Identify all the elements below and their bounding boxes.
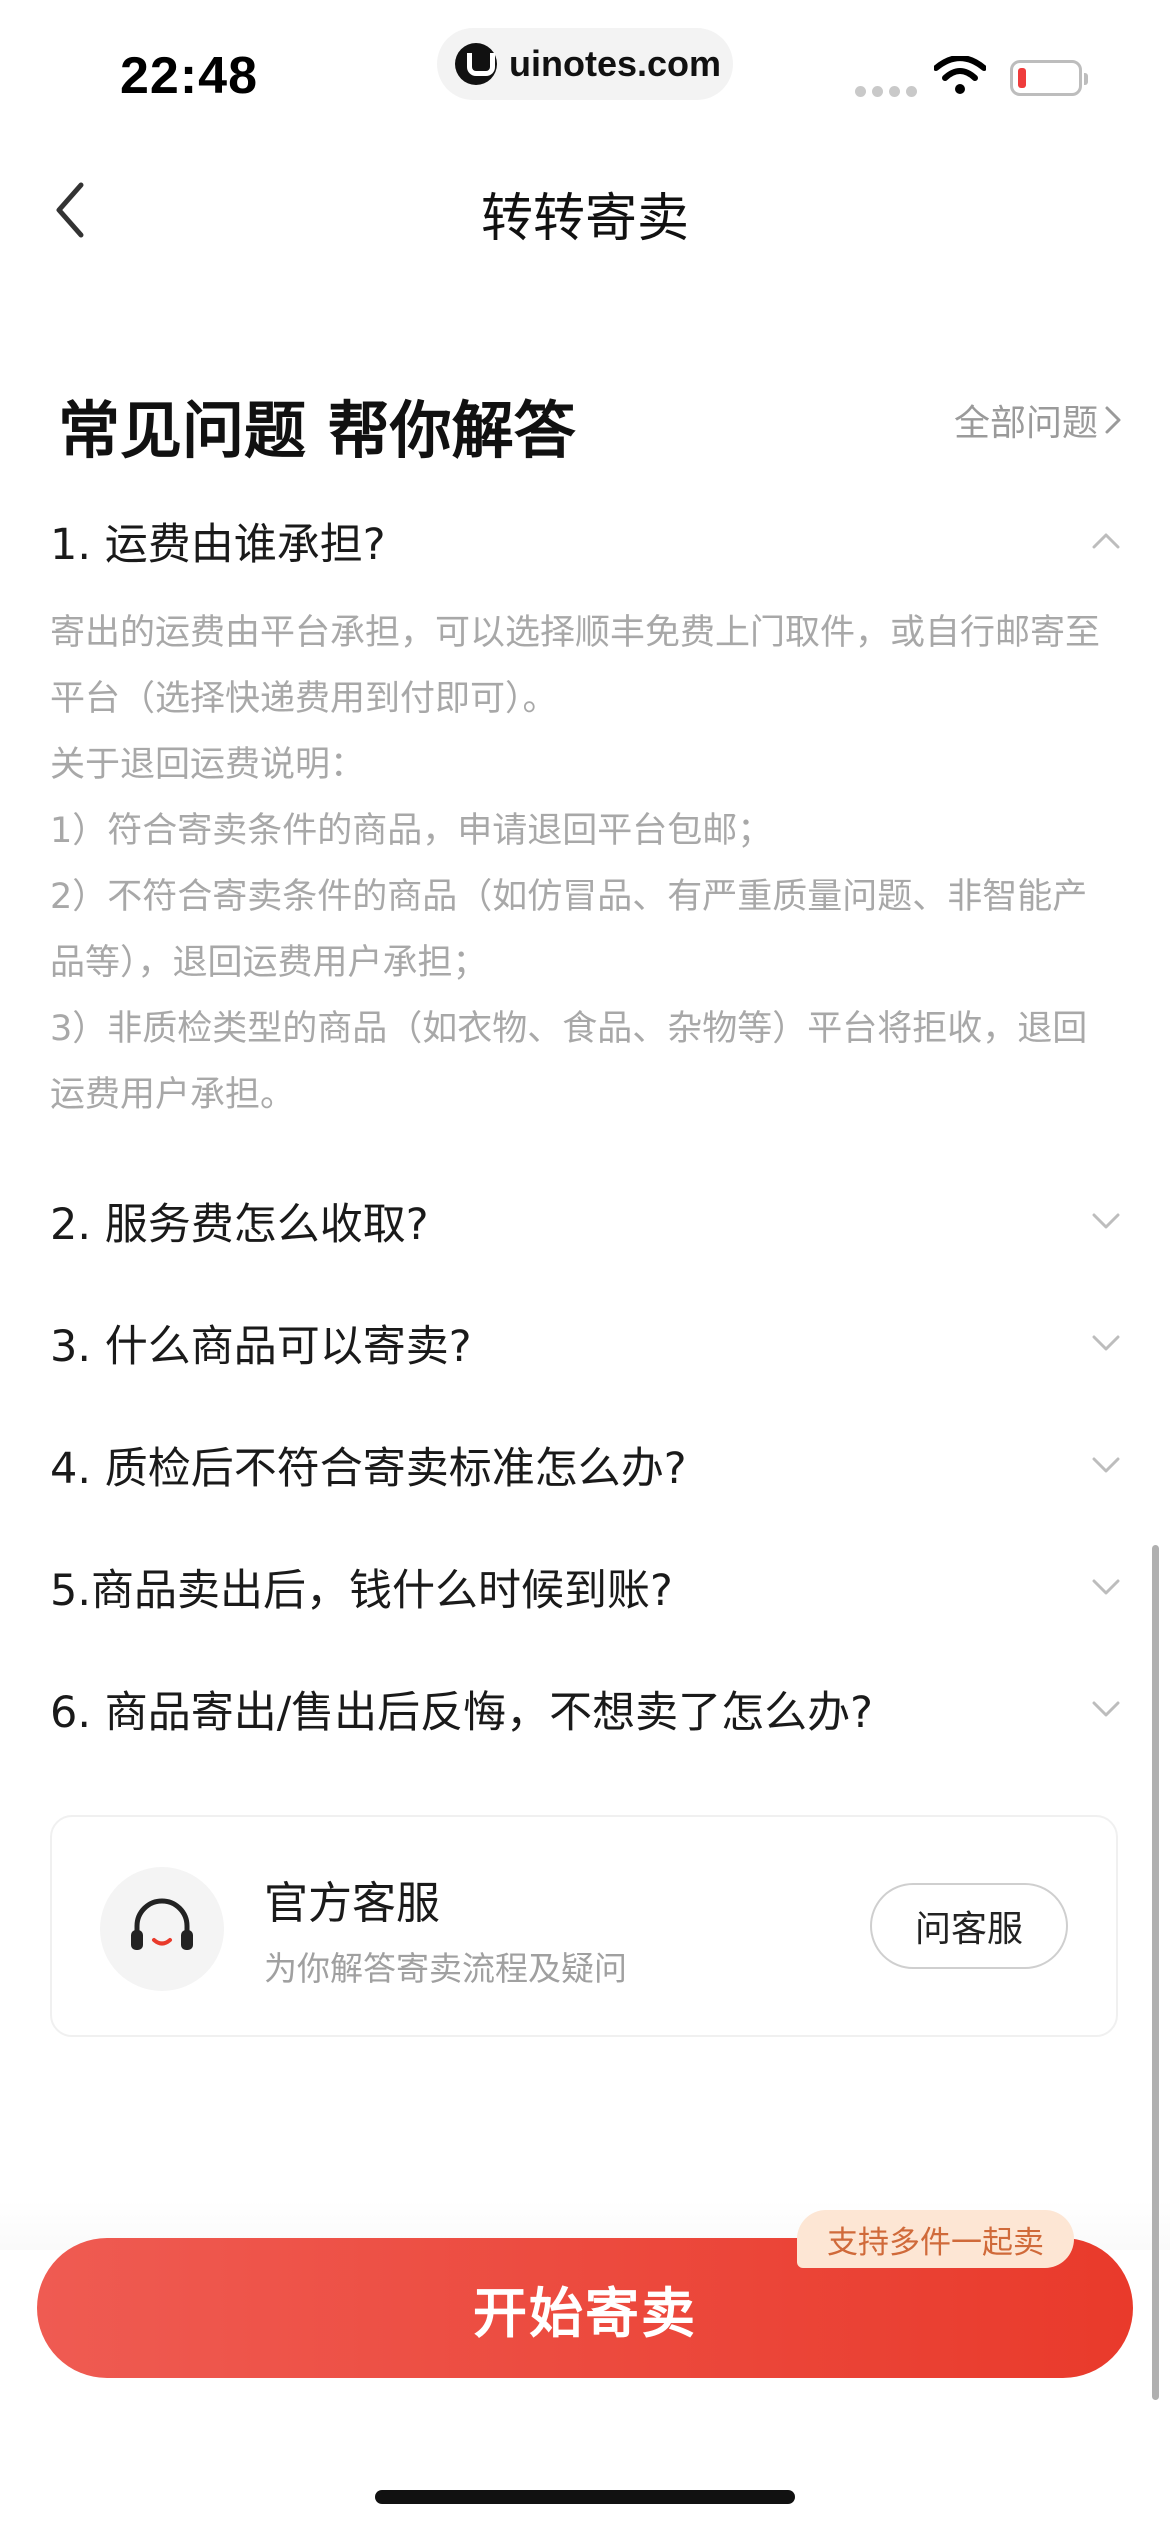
- faq-question-text: 2. 服务费怎么收取?: [50, 1200, 429, 1250]
- service-avatar: [100, 1867, 224, 1991]
- url-text: uinotes.com: [509, 43, 722, 84]
- chevron-down-icon: [1092, 1213, 1120, 1229]
- faq-answer-line: 1）符合寄卖条件的商品，申请退回平台包邮；: [50, 811, 773, 851]
- status-time: 22:48: [120, 47, 258, 105]
- page-title: 转转寄卖: [480, 189, 689, 249]
- chevron-down-icon: [1092, 1335, 1120, 1351]
- customer-service-card: 官方客服 为你解答寄卖流程及疑问 问客服: [50, 1815, 1118, 2037]
- ask-service-button[interactable]: 问客服: [870, 1883, 1068, 1969]
- all-questions-label: 全部问题: [953, 403, 1098, 444]
- chevron-down-icon: [1092, 1457, 1120, 1473]
- wifi-icon: [934, 56, 986, 94]
- battery-icon: [1010, 60, 1088, 96]
- headset-icon: [131, 1898, 193, 1950]
- faq-question-5[interactable]: 5.商品卖出后，钱什么时候到账?: [50, 1556, 1120, 1618]
- faq-question-text: 5.商品卖出后，钱什么时候到账?: [50, 1566, 673, 1616]
- site-logo-icon: [455, 43, 497, 85]
- faq-question-6[interactable]: 6. 商品寄出/售出后反悔，不想卖了怎么办?: [50, 1678, 1120, 1740]
- chevron-up-icon: [1092, 533, 1120, 549]
- faq-question-text: 6. 商品寄出/售出后反悔，不想卖了怎么办?: [50, 1688, 874, 1738]
- faq-answer-line: 关于退回运费说明：: [50, 745, 366, 785]
- faq-answer-line: 寄出的运费由平台承担，可以选择顺丰免费上门取件，或自行邮寄至平台（选择快递费用到…: [50, 613, 1101, 719]
- scrollbar[interactable]: [1152, 1545, 1159, 2400]
- multi-item-badge: 支持多件一起卖: [797, 2210, 1074, 2268]
- faq-question-1[interactable]: 1. 运费由谁承担?: [50, 510, 1120, 572]
- faq-question-4[interactable]: 4. 质检后不符合寄卖标准怎么办?: [50, 1434, 1120, 1496]
- faq-question-3[interactable]: 3. 什么商品可以寄卖?: [50, 1312, 1120, 1374]
- faq-answer-line: 3）非质检类型的商品（如衣物、食品、杂物等）平台将拒收，退回运费用户承担。: [50, 1009, 1088, 1115]
- faq-question-text: 3. 什么商品可以寄卖?: [50, 1322, 472, 1372]
- faq-section-title: 常见问题 帮你解答: [58, 394, 576, 467]
- faq-answer-1: 寄出的运费由平台承担，可以选择顺丰免费上门取件，或自行邮寄至平台（选择快递费用到…: [50, 600, 1120, 1128]
- faq-question-2[interactable]: 2. 服务费怎么收取?: [50, 1190, 1120, 1252]
- cellular-signal-icon: [855, 86, 917, 97]
- chevron-down-icon: [1092, 1579, 1120, 1595]
- battery-level: [1018, 68, 1026, 88]
- all-questions-link[interactable]: 全部问题: [954, 394, 1122, 446]
- faq-question-text: 1. 运费由谁承担?: [50, 520, 386, 570]
- status-bar: 22:48 uinotes.com: [0, 0, 1170, 130]
- faq-answer-line: 2）不符合寄卖条件的商品（如仿冒品、有严重质量问题、非智能产品等），退回运费用户…: [50, 877, 1088, 983]
- home-indicator: [375, 2490, 795, 2504]
- chevron-right-icon: [1105, 406, 1121, 434]
- url-pill[interactable]: uinotes.com: [437, 28, 733, 100]
- service-title: 官方客服: [264, 1878, 440, 1929]
- faq-question-text: 4. 质检后不符合寄卖标准怎么办?: [50, 1444, 687, 1494]
- service-subtitle: 为你解答寄卖流程及疑问: [264, 1949, 627, 1988]
- chevron-down-icon: [1092, 1701, 1120, 1717]
